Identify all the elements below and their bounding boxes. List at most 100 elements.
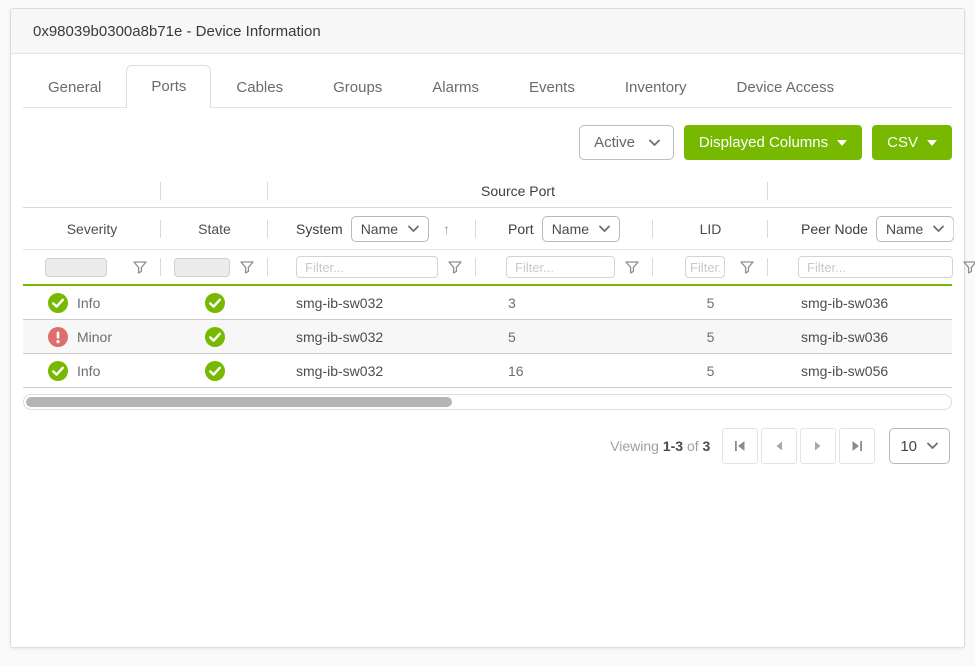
table-row[interactable]: Info smg-ib-sw032 3 5 smg-ib-sw036 [23, 286, 952, 320]
caret-down-icon [837, 140, 847, 146]
port-cell: 5 [476, 320, 653, 353]
device-information-window: 0x98039b0300a8b71e - Device Information … [10, 8, 965, 648]
screen: 0x98039b0300a8b71e - Device Information … [0, 0, 975, 666]
column-header-system[interactable]: System Name ↑ [268, 208, 476, 249]
severity-cell: Info [23, 354, 161, 387]
next-page-button[interactable] [800, 428, 836, 464]
previous-page-icon [775, 441, 783, 451]
peer-node-cell: smg-ib-sw036 [768, 320, 952, 353]
check-circle-icon [205, 327, 225, 347]
filter-cell-lid [653, 250, 768, 284]
severity-cell: Info [23, 286, 161, 319]
pagination-status: Viewing 1-3 of 3 [610, 438, 710, 454]
filter-funnel-icon[interactable] [448, 261, 462, 274]
peer-node-filter-input[interactable] [798, 256, 953, 278]
table-toolbar: Active Displayed Columns CSV [23, 125, 952, 160]
filter-funnel-icon[interactable] [133, 261, 147, 274]
page-size-select[interactable]: 10 [889, 428, 950, 464]
state-cell [161, 286, 268, 319]
next-page-icon [814, 441, 822, 451]
tab-inventory[interactable]: Inventory [600, 66, 712, 108]
tab-general[interactable]: General [23, 66, 126, 108]
sort-asc-icon[interactable]: ↑ [443, 221, 450, 237]
check-circle-icon [205, 361, 225, 381]
last-page-button[interactable] [839, 428, 875, 464]
tab-groups[interactable]: Groups [308, 66, 407, 108]
port-state-select-value: Active [594, 134, 635, 151]
caret-down-icon [927, 140, 937, 146]
port-cell: 16 [476, 354, 653, 387]
group-peer-node [768, 174, 952, 207]
system-name-select[interactable]: Name [351, 216, 429, 242]
group-source-port: Source Port [268, 174, 768, 207]
tab-alarms[interactable]: Alarms [407, 66, 504, 108]
first-page-button[interactable] [722, 428, 758, 464]
column-header-peer-node[interactable]: Peer Node Name [768, 208, 954, 249]
port-filter-input[interactable] [506, 256, 615, 278]
peer-node-cell: smg-ib-sw056 [768, 354, 952, 387]
port-state-select[interactable]: Active [579, 125, 674, 160]
system-cell: smg-ib-sw032 [268, 286, 476, 319]
lid-cell: 5 [653, 286, 768, 319]
filter-funnel-icon[interactable] [625, 261, 639, 274]
tab-ports[interactable]: Ports [126, 65, 211, 108]
table-filter-row [23, 249, 952, 284]
table-row[interactable]: Info smg-ib-sw032 16 5 smg-ib-sw056 [23, 354, 952, 388]
column-header-port[interactable]: Port Name [476, 208, 653, 249]
exclamation-circle-icon [48, 327, 68, 347]
pagination-bar: Viewing 1-3 of 3 [23, 428, 952, 464]
peer-node-name-select[interactable]: Name [876, 216, 954, 242]
column-header-lid[interactable]: LID [653, 208, 768, 249]
horizontal-scrollbar-thumb[interactable] [26, 397, 452, 407]
column-header-severity[interactable]: Severity [23, 208, 161, 249]
state-cell [161, 354, 268, 387]
system-filter-input[interactable] [296, 256, 438, 278]
chevron-down-icon [933, 225, 944, 233]
check-circle-icon [48, 293, 68, 313]
previous-page-button[interactable] [761, 428, 797, 464]
csv-button[interactable]: CSV [872, 125, 952, 160]
horizontal-scrollbar[interactable] [23, 394, 952, 410]
state-cell [161, 320, 268, 353]
peer-node-cell: smg-ib-sw036 [768, 286, 952, 319]
check-circle-icon [48, 361, 68, 381]
severity-cell: Minor [23, 320, 161, 353]
group-severity [23, 174, 161, 207]
port-cell: 3 [476, 286, 653, 319]
tab-events[interactable]: Events [504, 66, 600, 108]
filter-funnel-icon[interactable] [740, 261, 754, 274]
ports-table: Source Port Severity State System [23, 174, 952, 410]
tab-device-access[interactable]: Device Access [712, 66, 860, 108]
system-cell: smg-ib-sw032 [268, 320, 476, 353]
window-title: 0x98039b0300a8b71e - Device Information [11, 9, 964, 54]
port-name-select[interactable]: Name [542, 216, 620, 242]
filter-cell-state [161, 250, 268, 284]
chevron-down-icon [927, 442, 939, 450]
filter-cell-peer-node [768, 250, 975, 284]
table-header-row: Severity State System Name ↑ Po [23, 207, 952, 249]
filter-funnel-icon[interactable] [963, 261, 975, 274]
table-row[interactable]: Minor smg-ib-sw032 5 5 smg-ib-sw036 [23, 320, 952, 354]
filter-cell-severity [23, 250, 161, 284]
column-header-state[interactable]: State [161, 208, 268, 249]
displayed-columns-button[interactable]: Displayed Columns [684, 125, 862, 160]
lid-cell: 5 [653, 320, 768, 353]
system-cell: smg-ib-sw032 [268, 354, 476, 387]
group-state [161, 174, 268, 207]
tab-bar: General Ports Cables Groups Alarms Event… [23, 64, 952, 108]
filter-cell-port [476, 250, 653, 284]
check-circle-icon [205, 293, 225, 313]
severity-filter-select[interactable] [45, 258, 107, 277]
filter-funnel-icon[interactable] [240, 261, 254, 274]
lid-cell: 5 [653, 354, 768, 387]
table-group-header-row: Source Port [23, 174, 952, 207]
lid-filter-input[interactable] [685, 256, 725, 278]
tab-cables[interactable]: Cables [211, 66, 308, 108]
last-page-icon [851, 440, 863, 452]
chevron-down-icon [408, 225, 419, 233]
first-page-icon [734, 440, 746, 452]
chevron-down-icon [649, 139, 661, 147]
state-filter-select[interactable] [174, 258, 230, 277]
filter-cell-system [268, 250, 476, 284]
chevron-down-icon [599, 225, 610, 233]
